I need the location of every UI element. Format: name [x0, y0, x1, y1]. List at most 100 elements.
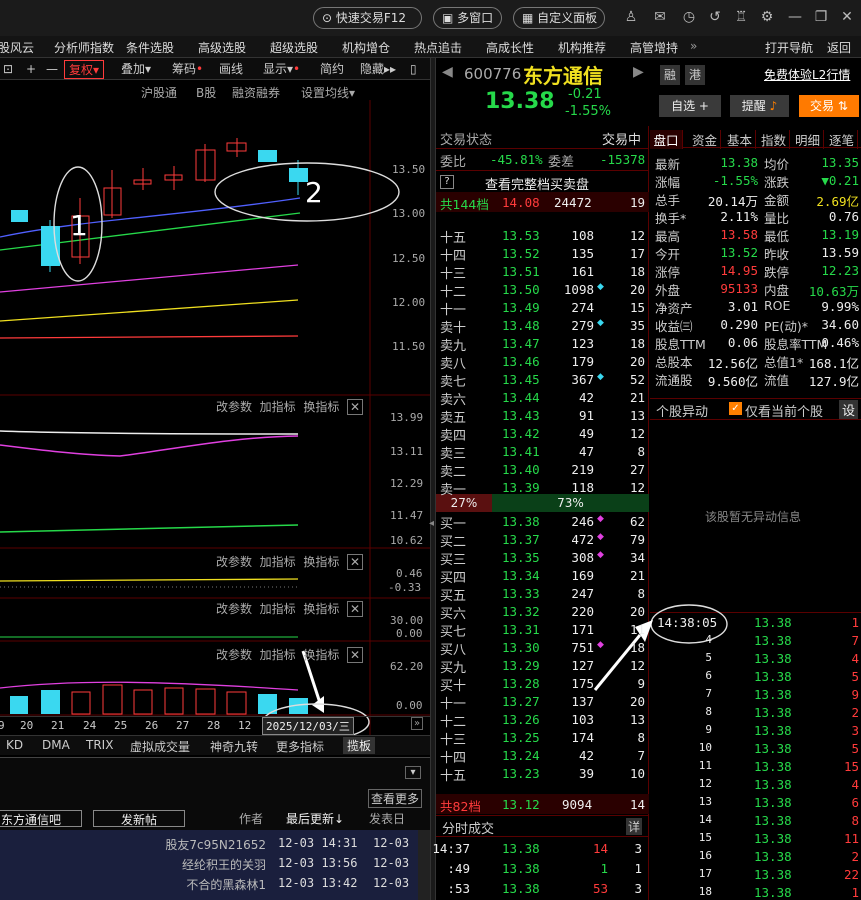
tab-virtual-volume[interactable]: 虚拟成交量 [130, 738, 190, 755]
tab-dma[interactable]: DMA [42, 738, 70, 752]
b-share-link[interactable]: B股 [196, 84, 216, 101]
prev-stock-icon[interactable]: ◀ [442, 64, 453, 80]
ticks-detail-button[interactable]: 详 [626, 818, 643, 835]
draw-button[interactable]: 画线 [219, 60, 243, 79]
tab-3[interactable]: 指数 [758, 130, 790, 149]
settings-icon[interactable]: ⚙ [758, 8, 776, 26]
close-icon[interactable]: ✕ [346, 554, 364, 570]
trade-button[interactable]: 交易 ⇅ [799, 95, 859, 117]
hgt-link[interactable]: 沪股通 [141, 84, 177, 101]
checkbox-checked-icon[interactable]: ✓ [729, 402, 742, 415]
ma-setting-link[interactable]: 设置均线▾ [301, 84, 355, 101]
zoom-out-icon[interactable]: — [46, 60, 58, 79]
bbs-author[interactable]: 股友7c95N21652 [120, 836, 266, 853]
tab-magic-nine[interactable]: 神奇九转 [210, 738, 258, 755]
multi-window-button[interactable]: ▣ 多窗口 [433, 7, 502, 29]
mail-icon[interactable]: ✉ [651, 8, 669, 26]
simple-button[interactable]: 简约 [320, 60, 344, 79]
close-panel-icon[interactable]: ▯ [410, 60, 417, 79]
remind-button[interactable]: 提醒 ♪ [730, 95, 789, 117]
tab-kd[interactable]: KD [6, 738, 23, 752]
show-button[interactable]: 显示▾• [263, 60, 300, 79]
zoom-in-icon[interactable]: + [26, 60, 36, 79]
fq-button[interactable]: 复权▾ [64, 60, 105, 79]
bbs-author[interactable]: 经纶积王的关羽 [120, 856, 266, 873]
custom-board-button[interactable]: ▦ 自定义面板 [513, 7, 605, 29]
author-header[interactable]: 作者 [239, 810, 263, 827]
change-indicator-button[interactable]: 换指标 [303, 648, 339, 662]
anomaly-settings-button[interactable]: 设 [839, 400, 859, 419]
overlay-button[interactable]: 叠加▾ [121, 60, 151, 79]
chips-button[interactable]: 筹码• [172, 60, 203, 79]
change-indicator-button[interactable]: 换指标 [303, 602, 339, 616]
add-indicator-button[interactable]: 加指标 [260, 648, 296, 662]
tab-5[interactable]: 逐笔 [826, 130, 858, 149]
posted-header[interactable]: 发表日 [369, 810, 405, 827]
new-post-button[interactable]: 发新帖 [93, 810, 185, 827]
param-button[interactable]: 改参数 [216, 602, 252, 616]
quick-trade-button[interactable]: ⊙ 快速交易F12 [313, 7, 422, 29]
tab-0[interactable]: 盘口 [650, 130, 683, 149]
change-indicator-button[interactable]: 换指标 [303, 400, 339, 414]
margin-link[interactable]: 融资融券 [232, 84, 280, 101]
close-icon[interactable]: ✕ [838, 8, 856, 26]
menu-item[interactable]: 机构推荐 [558, 39, 606, 56]
bbs-name-tab[interactable]: 东方通信吧 [0, 810, 82, 827]
tick-vol: 14 [592, 841, 608, 856]
tab-1[interactable]: 资金 [689, 130, 721, 149]
clock-icon[interactable]: ◷ [680, 8, 698, 26]
restore-icon[interactable]: ❐ [812, 8, 830, 26]
only-current-label[interactable]: 仅看当前个股 [745, 401, 823, 420]
menu-item[interactable]: 股风云 [0, 39, 34, 56]
add-indicator-button[interactable]: 加指标 [260, 555, 296, 569]
skin-icon[interactable]: ♖ [732, 8, 750, 26]
bbs-scrollbar[interactable] [418, 830, 430, 900]
user-icon[interactable]: ♙ [622, 8, 640, 26]
collapse-left-icon[interactable]: ◂ [429, 518, 434, 529]
menu-item[interactable]: 超级选股 [270, 39, 318, 56]
menu-item[interactable]: 分析师指数 [54, 39, 114, 56]
watchlist-button[interactable]: 自选 + [659, 95, 721, 117]
title-bar: ⊙ 快速交易F12 ▣ 多窗口 ▦ 自定义面板 ♙ ✉ ◷ ↺ ♖ ⚙ — ❐ … [0, 0, 861, 36]
collapse-icon[interactable]: ▾ [405, 766, 421, 779]
close-icon[interactable]: ✕ [346, 399, 364, 415]
hk-badge[interactable]: 港 [685, 65, 705, 85]
close-icon[interactable]: ✕ [346, 601, 364, 617]
latest-header[interactable]: 最后更新↓ [286, 810, 344, 827]
menu-item[interactable]: 机构增仓 [342, 39, 390, 56]
menu-item[interactable]: 高管增持 [630, 39, 678, 56]
add-indicator-button[interactable]: 加指标 [260, 602, 296, 616]
menu-item[interactable]: 热点追击 [414, 39, 462, 56]
more-menu-icon[interactable]: » [690, 39, 697, 53]
tab-board[interactable]: 揽板 [343, 737, 376, 754]
menu-item[interactable]: 高成长性 [486, 39, 534, 56]
help-icon[interactable]: ? [440, 175, 454, 189]
lock-icon[interactable]: ⊡ [3, 60, 13, 79]
view-more-button[interactable]: 查看更多 [368, 789, 423, 808]
param-button[interactable]: 改参数 [216, 555, 252, 569]
param-button[interactable]: 改参数 [216, 400, 252, 414]
tab-4[interactable]: 明细 [792, 130, 824, 149]
menu-item[interactable]: 条件选股 [126, 39, 174, 56]
hide-button[interactable]: 隐藏▸▸ [360, 60, 396, 79]
free-l2-link[interactable]: 免费体验L2行情 [764, 66, 850, 83]
back-button[interactable]: 返回 [827, 39, 851, 56]
full-depth-button[interactable]: 查看完整档买卖盘 [485, 174, 589, 193]
quote-value: 2.11% [720, 209, 758, 224]
tab-2[interactable]: 基本 [724, 130, 756, 149]
open-nav-button[interactable]: 打开导航 [765, 39, 813, 56]
scroll-right-icon[interactable]: » [411, 717, 424, 730]
margin-badge[interactable]: 融 [660, 65, 680, 85]
next-stock-icon[interactable]: ▶ [633, 64, 644, 80]
tab-trix[interactable]: TRIX [86, 738, 113, 752]
close-icon[interactable]: ✕ [346, 647, 364, 663]
refresh-icon[interactable]: ↺ [706, 8, 724, 26]
bbs-author[interactable]: 不合的黑森林1 [120, 876, 266, 893]
tab-more-indicators[interactable]: 更多指标 [276, 738, 324, 755]
param-button[interactable]: 改参数 [216, 648, 252, 662]
change-indicator-button[interactable]: 换指标 [303, 555, 339, 569]
add-indicator-button[interactable]: 加指标 [260, 400, 296, 414]
menu-item[interactable]: 高级选股 [198, 39, 246, 56]
candle [11, 210, 28, 222]
minimize-icon[interactable]: — [786, 8, 804, 26]
